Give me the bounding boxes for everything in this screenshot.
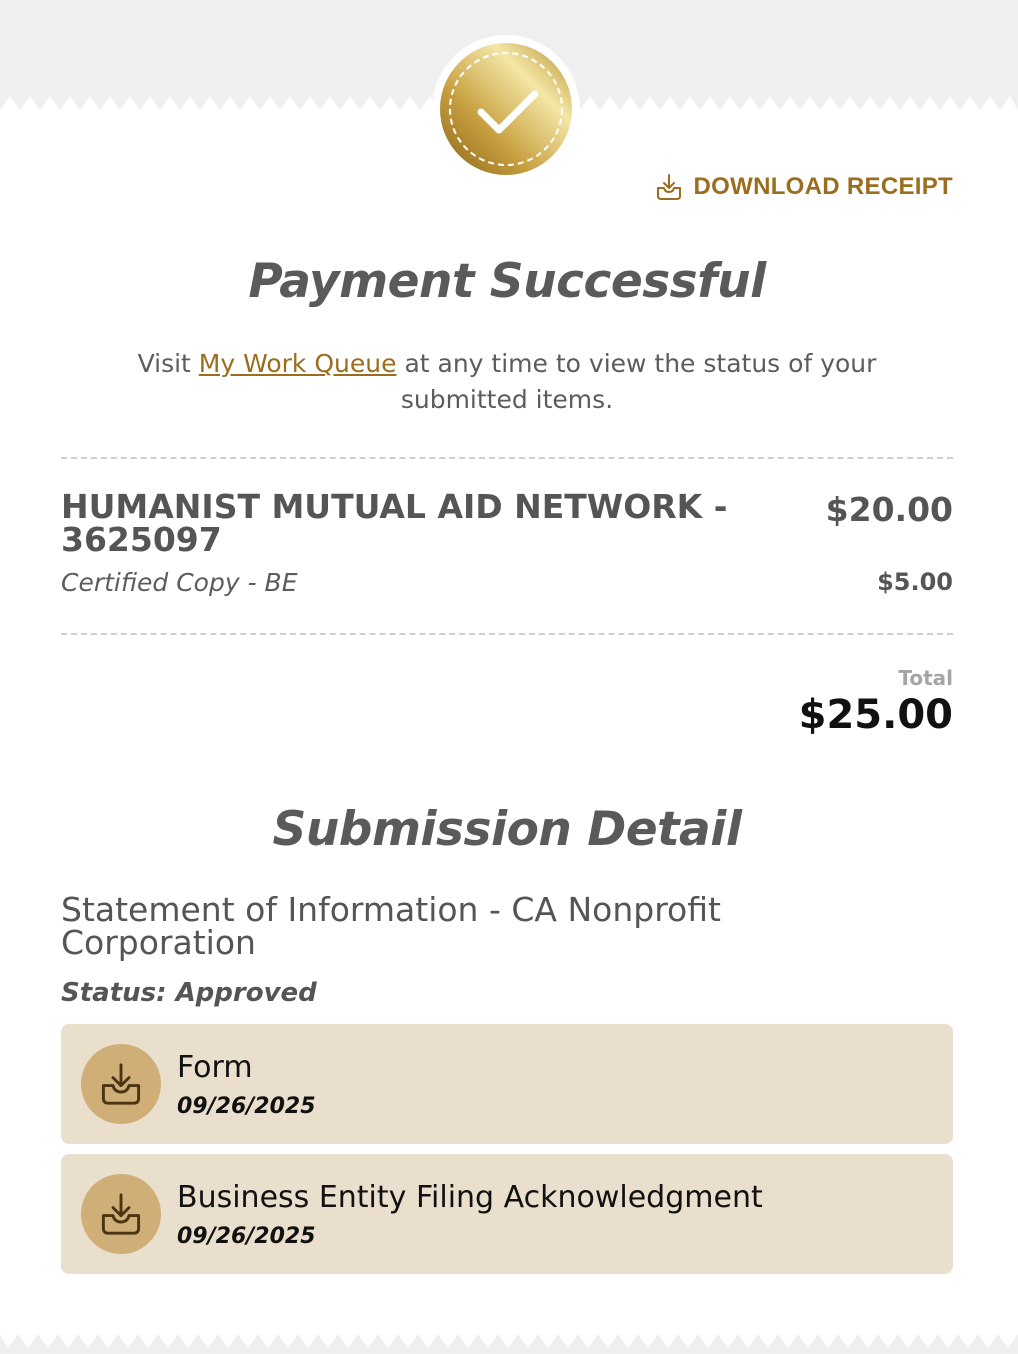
document-title: Form — [177, 1050, 253, 1085]
page-title: Payment Successful — [248, 254, 766, 309]
line-item-sub-price: $5.00 — [877, 568, 953, 596]
total-label: Total — [898, 666, 953, 690]
tray-download-icon — [101, 1193, 141, 1235]
lead-text-before: Visit — [137, 349, 199, 378]
receipt-page: DOWNLOAD RECEIPT Payment Successful Visi… — [0, 0, 1018, 1354]
submission-detail-title: Submission Detail — [272, 802, 742, 857]
lead-text-after: at any time to view the status of your s… — [396, 349, 877, 414]
document-icon-circle — [81, 1174, 161, 1254]
document-card-form[interactable]: Form 09/26/2025 — [61, 1024, 953, 1144]
download-receipt-button[interactable]: DOWNLOAD RECEIPT — [654, 172, 953, 202]
document-date: 09/26/2025 — [177, 1224, 316, 1249]
total-amount: $25.00 — [798, 692, 953, 738]
gold-checkmark-seal-icon — [432, 35, 580, 183]
line-item-name: HUMANIST MUTUAL AID NETWORK - 3625097 — [61, 487, 728, 559]
document-card-acknowledgment[interactable]: Business Entity Filing Acknowledgment 09… — [61, 1154, 953, 1274]
tray-download-icon — [656, 174, 681, 200]
work-queue-message: Visit My Work Queue at any time to view … — [121, 346, 893, 418]
payment-success-badge — [431, 34, 581, 184]
line-item-price: $20.00 — [825, 490, 953, 529]
divider — [61, 457, 953, 459]
my-work-queue-link[interactable]: My Work Queue — [199, 349, 397, 378]
document-title: Business Entity Filing Acknowledgment — [177, 1180, 763, 1215]
document-icon-circle — [81, 1044, 161, 1124]
filing-title: Statement of Information - CA Nonprofit … — [61, 890, 721, 962]
line-item-sub-name: Certified Copy - BE — [61, 568, 298, 597]
tray-download-icon — [101, 1063, 141, 1105]
download-receipt-label: DOWNLOAD RECEIPT — [693, 173, 953, 200]
status-badge: Status: Approved — [61, 978, 317, 1008]
receipt-paper — [0, 96, 1018, 1348]
document-date: 09/26/2025 — [177, 1094, 316, 1119]
divider — [61, 633, 953, 635]
